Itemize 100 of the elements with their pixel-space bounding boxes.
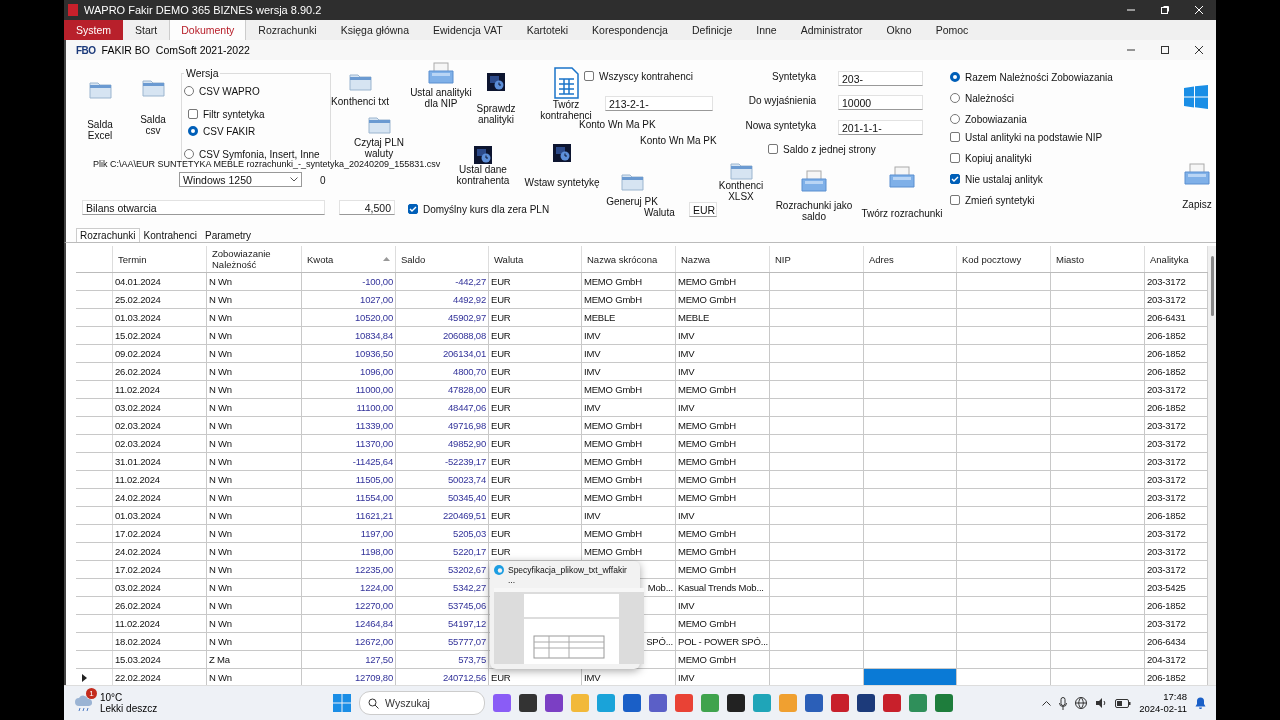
currency-field[interactable]: EUR [689, 202, 717, 217]
menu-item[interactable]: Księga główna [328, 20, 421, 40]
checkbox[interactable] [768, 144, 778, 154]
column-header[interactable]: Nazwa skrócona [582, 246, 676, 272]
radio-button[interactable] [184, 86, 194, 96]
checkbox[interactable] [408, 204, 418, 214]
checkbox[interactable] [188, 109, 198, 119]
tab[interactable]: Kontrahenci [139, 228, 201, 242]
table-cell: 49716,98 [396, 417, 489, 434]
menu-item[interactable]: System [64, 20, 123, 40]
table-cell: MEMO GmbH [582, 543, 676, 560]
rate-field[interactable]: 4,500 [339, 200, 395, 215]
table-cell: EUR [489, 291, 582, 308]
menu-item[interactable]: Pomoc [923, 20, 981, 40]
toolbar-button[interactable]: Generuj PK [604, 172, 660, 207]
column-header[interactable]: Zobowiazanie Należność [207, 246, 302, 272]
calendar-clock-icon [553, 144, 571, 162]
toolbar-button[interactable]: Sprawdz analityki [474, 73, 518, 125]
clock-time[interactable]: 17:48 [1163, 691, 1187, 703]
menu-item[interactable]: Kartoteki [514, 20, 581, 40]
table-cell: MEMO GmbH [582, 273, 676, 290]
folder-icon [348, 72, 372, 91]
radio-button[interactable] [950, 93, 960, 103]
menu-item[interactable]: Definicje [679, 20, 745, 40]
table-cell: MEMO GmbH [676, 561, 770, 578]
table-cell: 47828,00 [396, 381, 489, 398]
toolbar-button[interactable]: Twórz rozrachunki [856, 166, 948, 219]
toolbar-button[interactable]: Twórz kontrahenci [535, 67, 597, 121]
taskbar-app-icon[interactable] [857, 694, 876, 712]
table-cell: IMV [582, 327, 676, 344]
toolbar-button[interactable]: Zapisz [1175, 163, 1219, 210]
column-header[interactable]: Waluta [489, 246, 582, 272]
toolbar-button[interactable]: Ustal dane kontrahenta [452, 146, 514, 186]
table-cell: MEMO GmbH [676, 543, 770, 560]
taskbar-app-icon[interactable] [727, 694, 746, 712]
microphone-icon[interactable] [1059, 696, 1068, 710]
checkbox[interactable] [950, 153, 960, 163]
column-header[interactable]: Adres [864, 246, 957, 272]
toolbar-button[interactable]: Czytaj PLN waluty [349, 115, 409, 159]
column-header[interactable]: Saldo [396, 246, 489, 272]
table-cell: 45902,97 [396, 309, 489, 326]
table-cell: -442,27 [396, 273, 489, 290]
clock-date[interactable]: 2024-02-11 [1139, 703, 1187, 715]
column-header[interactable]: Termin [113, 246, 207, 272]
encoding-dropdown[interactable]: Windows 1250 [179, 172, 302, 187]
checkbox[interactable] [950, 174, 960, 184]
checkbox[interactable] [950, 132, 960, 142]
table-cell: N Wn [207, 399, 302, 416]
tab[interactable]: Parametry [200, 228, 256, 242]
checkbox[interactable] [950, 195, 960, 205]
table-cell: MEMO GmbH [582, 291, 676, 308]
toolbar-button[interactable]: Rozrachunki jako saldo [775, 170, 853, 222]
column-header[interactable]: Nazwa [676, 246, 770, 272]
menu-item[interactable]: Start [123, 20, 170, 40]
text-field[interactable]: 10000 [838, 95, 923, 110]
menu-item[interactable]: Okno [874, 20, 924, 40]
menu-item[interactable]: Korespondencja [580, 20, 680, 40]
scrollbar-thumb[interactable] [1210, 256, 1214, 316]
table-cell: N Wn [207, 489, 302, 506]
toolbar-button[interactable]: Konthenci txt [325, 72, 395, 107]
tab[interactable]: Rozrachunki [76, 228, 140, 242]
tray-icon [801, 170, 827, 192]
menu-item[interactable]: Dokumenty [169, 20, 247, 40]
menu-item[interactable]: Ewidencja VAT [421, 20, 515, 40]
bell-icon[interactable] [1195, 697, 1206, 709]
toolbar-button[interactable]: Salda csv [133, 78, 173, 136]
globe-icon[interactable] [1075, 697, 1088, 709]
column-header[interactable]: NIP [770, 246, 864, 272]
text-field[interactable]: 203- [838, 71, 923, 86]
taskbar-app-icon[interactable] [519, 694, 538, 712]
checkbox[interactable] [584, 71, 594, 81]
start-icon[interactable] [333, 694, 352, 712]
toolbar-button[interactable]: Salda Excel [80, 80, 120, 141]
field-label: Syntetyka [772, 71, 816, 82]
menu-item[interactable]: Rozrachunki [246, 20, 329, 40]
table-cell: MEMO GmbH [676, 651, 770, 668]
battery-icon[interactable] [1115, 698, 1132, 708]
table-cell: 24.02.2024 [113, 543, 207, 560]
account-field[interactable]: 213-2-1- [605, 96, 713, 111]
radio-button[interactable] [950, 114, 960, 124]
radio-button[interactable] [950, 72, 960, 82]
column-header[interactable]: Kod pocztowy [957, 246, 1051, 272]
toolbar-button[interactable]: Konthenci XLSX [713, 161, 769, 202]
table-cell: MEMO GmbH [676, 525, 770, 542]
column-header[interactable]: Kwota [302, 246, 396, 272]
table-cell: MEMO GmbH [676, 489, 770, 506]
speaker-icon[interactable] [1095, 697, 1108, 709]
toolbar-button[interactable]: Wstaw syntetykę [520, 144, 604, 188]
toolbar-button[interactable]: Ustal analityki dla NIP [409, 62, 473, 109]
radio-button[interactable] [184, 149, 194, 159]
chevron-up-icon[interactable] [1042, 700, 1052, 706]
text-field[interactable]: 201-1-1- [838, 120, 923, 135]
selected-cell[interactable] [864, 669, 957, 685]
column-header[interactable]: Miasto [1051, 246, 1145, 272]
table-cell: 03.02.2024 [113, 579, 207, 596]
radio-button[interactable] [188, 126, 198, 136]
document-type-field[interactable]: Bilans otwarcia [82, 200, 325, 215]
menu-item[interactable]: Inne [744, 20, 789, 40]
search-field[interactable]: Wyszukaj [359, 691, 486, 715]
menu-item[interactable]: Administrator [788, 20, 875, 40]
